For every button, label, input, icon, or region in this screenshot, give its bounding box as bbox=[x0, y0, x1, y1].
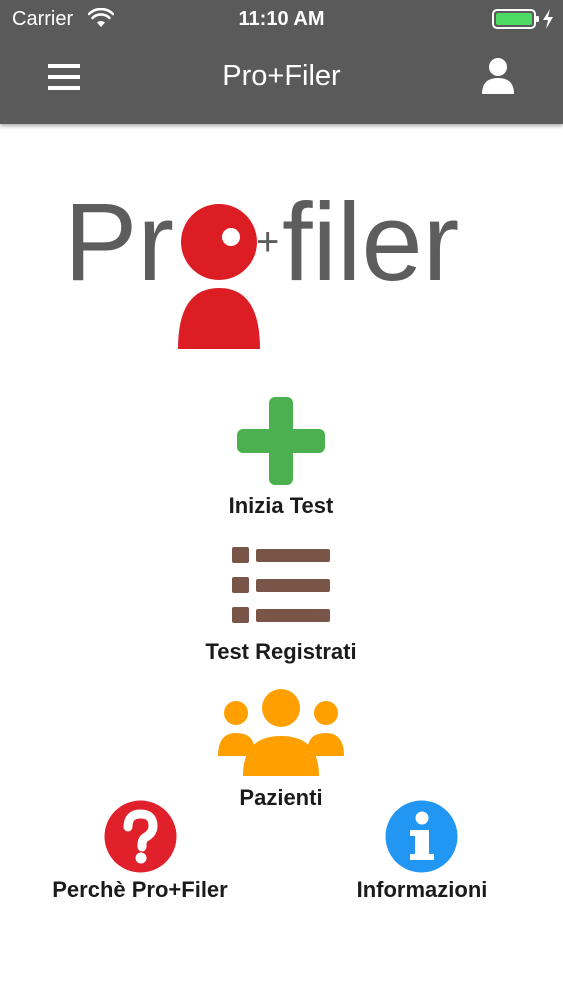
profiler-logo: Pr + filer bbox=[64, 181, 459, 349]
logo-plus: + bbox=[256, 220, 279, 264]
saved-tests-label: Test Registrati bbox=[205, 639, 357, 664]
why-profiler-button[interactable]: Perchè Pro+Filer bbox=[20, 877, 260, 903]
battery-icon bbox=[492, 9, 539, 29]
saved-tests-list-icon[interactable] bbox=[230, 545, 332, 627]
logo-text-left: Pr bbox=[64, 181, 174, 304]
logo-text-right: filer bbox=[282, 181, 459, 304]
saved-tests-button[interactable]: Test Registrati bbox=[141, 639, 421, 665]
logo-eye bbox=[222, 228, 240, 246]
user-profile-icon[interactable] bbox=[480, 56, 516, 96]
start-test-plus-icon[interactable] bbox=[237, 397, 325, 485]
start-test-label: Inizia Test bbox=[228, 493, 334, 518]
status-time: 11:10 AM bbox=[238, 8, 325, 30]
logo-body bbox=[178, 288, 260, 349]
patients-button[interactable]: Pazienti bbox=[181, 785, 381, 811]
patients-group-icon[interactable] bbox=[218, 688, 344, 776]
info-label: Informazioni bbox=[356, 877, 488, 902]
charging-bolt-icon bbox=[543, 9, 553, 29]
info-icon[interactable] bbox=[385, 800, 458, 873]
top-bar: Carrier 11:10 AM Pro+Filer bbox=[0, 0, 563, 124]
logo-head bbox=[181, 204, 257, 280]
info-button[interactable]: Informazioni bbox=[322, 877, 522, 903]
why-question-icon[interactable] bbox=[104, 800, 177, 873]
start-test-button[interactable]: Inizia Test bbox=[181, 493, 381, 519]
page-title: Pro+Filer bbox=[222, 60, 341, 92]
patients-label: Pazienti bbox=[239, 785, 323, 810]
why-profiler-label: Perchè Pro+Filer bbox=[52, 877, 228, 902]
